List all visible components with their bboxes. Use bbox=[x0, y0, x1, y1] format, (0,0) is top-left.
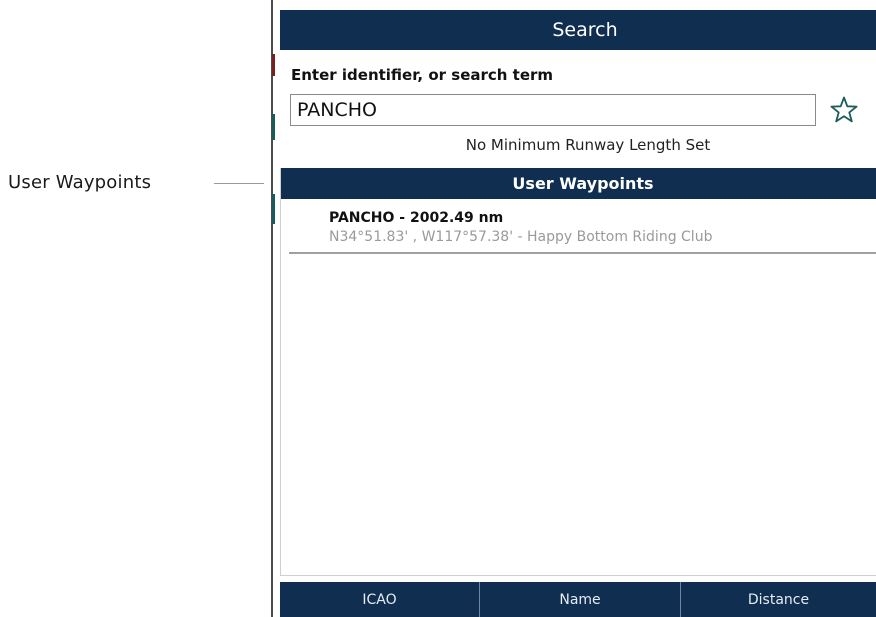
tab-name[interactable]: Name bbox=[480, 582, 681, 617]
search-panel: Search Enter identifier, or search term … bbox=[280, 10, 876, 617]
waypoint-details: N34°51.83' , W117°57.38' - Happy Bottom … bbox=[329, 229, 713, 245]
page-title: Search bbox=[552, 19, 618, 41]
results-section-header: User Waypoints bbox=[281, 168, 876, 199]
runway-filter-status: No Minimum Runway Length Set bbox=[465, 136, 711, 154]
tab-label: ICAO bbox=[362, 591, 397, 608]
callout-leader-line bbox=[214, 183, 264, 184]
edge-accent-mark bbox=[272, 54, 275, 76]
results-list: User Waypoints PANCHO - 2002.49 nm N34°5… bbox=[280, 168, 876, 576]
section-title: User Waypoints bbox=[512, 174, 654, 193]
sort-tab-bar: ICAO Name Distance bbox=[280, 582, 876, 617]
waypoint-title: PANCHO - 2002.49 nm bbox=[329, 210, 504, 226]
search-title-bar: Search bbox=[280, 10, 876, 50]
search-input[interactable] bbox=[290, 94, 816, 126]
edge-accent-mark bbox=[272, 194, 275, 224]
window-edge-divider bbox=[271, 0, 273, 617]
list-item[interactable]: PANCHO - 2002.49 nm N34°51.83' , W117°57… bbox=[289, 204, 876, 254]
tab-distance[interactable]: Distance bbox=[681, 582, 876, 617]
favorite-star-button[interactable] bbox=[826, 92, 862, 128]
star-outline-icon bbox=[830, 96, 858, 123]
tab-label: Distance bbox=[747, 591, 810, 608]
search-prompt-label: Enter identifier, or search term bbox=[291, 66, 554, 84]
tab-label: Name bbox=[559, 591, 601, 608]
callout-label: User Waypoints bbox=[8, 172, 152, 193]
tab-icao[interactable]: ICAO bbox=[280, 582, 480, 617]
edge-accent-mark bbox=[272, 114, 275, 140]
